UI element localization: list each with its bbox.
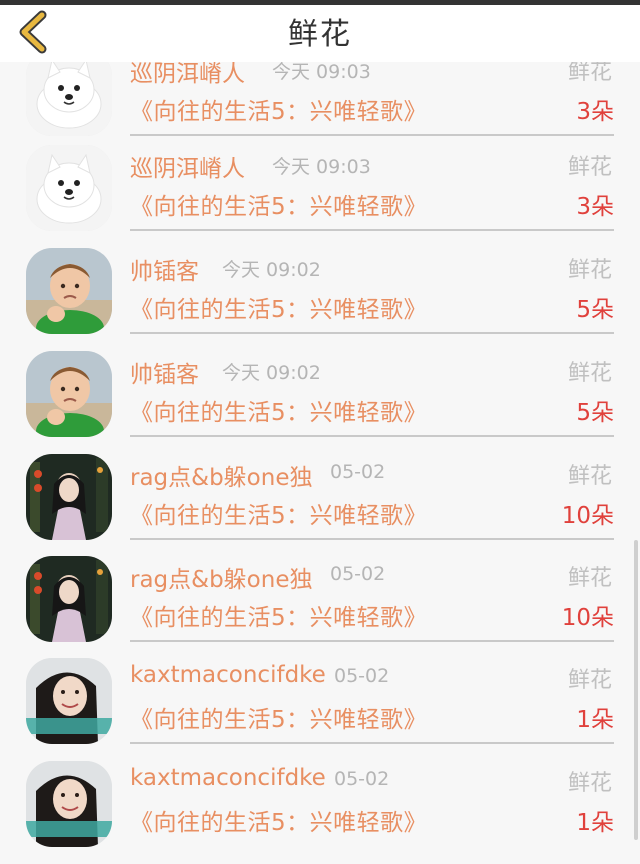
divider (130, 435, 614, 437)
divider (130, 640, 614, 642)
avatar[interactable] (26, 454, 112, 540)
timestamp: 05-02 (334, 665, 390, 687)
gift-count: 5朵 (576, 400, 614, 426)
gift-type: 鲜花 (567, 464, 612, 489)
baby-avatar-icon (26, 248, 112, 334)
program-title[interactable]: 《向往的生活5：兴唯轻歌》 (130, 700, 427, 734)
list-item[interactable]: 帅锸客 今天 09:02 鲜花 《向往的生活5：兴唯轻歌》 5朵 (0, 248, 640, 351)
timestamp: 05-02 (330, 563, 386, 585)
program-title[interactable]: 《向往的生活5：兴唯轻歌》 (130, 393, 427, 427)
user-name[interactable]: rag点&b躲one独 (130, 458, 312, 492)
gift-count: 1朵 (576, 707, 614, 733)
baby-avatar-icon (26, 351, 112, 437)
divider (130, 229, 614, 231)
user-name[interactable]: 巡阴洱嵴人 (130, 149, 245, 183)
user-name[interactable]: kaxtmaconcifdke (130, 662, 326, 688)
program-title[interactable]: 《向往的生活5：兴唯轻歌》 (130, 290, 427, 324)
divider (130, 538, 614, 540)
program-title[interactable]: 《向往的生活5：兴唯轻歌》 (130, 187, 427, 221)
list-item[interactable]: 巡阴洱嵴人 今天 09:03 鲜花 《向往的生活5：兴唯轻歌》 3朵 (0, 145, 640, 248)
gift-type: 鲜花 (567, 361, 612, 386)
page-title: 鲜花 (288, 17, 352, 52)
white-dog-avatar-icon (26, 50, 112, 136)
list-item[interactable]: kaxtmaconcifdke 05-02 鲜花 《向往的生活5：兴唯轻歌》 1… (0, 658, 640, 761)
user-name[interactable]: kaxtmaconcifdke (130, 765, 326, 791)
divider (130, 134, 614, 136)
navigation-bar: 鲜花 (0, 5, 640, 62)
gift-count: 1朵 (576, 810, 614, 836)
woman-avatar-icon (26, 761, 112, 847)
gift-count: 10朵 (561, 605, 614, 631)
gift-type: 鲜花 (567, 566, 612, 591)
back-button[interactable] (12, 9, 56, 55)
program-title[interactable]: 《向往的生活5：兴唯轻歌》 (130, 496, 427, 530)
gift-type: 鲜花 (567, 258, 612, 283)
divider (130, 332, 614, 334)
divider (130, 742, 614, 744)
timestamp: 05-02 (334, 768, 390, 790)
gift-count: 3朵 (576, 99, 614, 125)
timestamp: 今天 09:02 (222, 259, 321, 281)
gift-count: 5朵 (576, 297, 614, 323)
list-item[interactable]: 巡阴洱嵴人 今天 09:03 鲜花 《向往的生活5：兴唯轻歌》 3朵 (0, 50, 640, 153)
avatar[interactable] (26, 351, 112, 437)
program-title[interactable]: 《向往的生活5：兴唯轻歌》 (130, 598, 427, 632)
girl-avatar-icon (26, 556, 112, 642)
user-name[interactable]: 帅锸客 (130, 252, 199, 286)
white-dog-avatar-icon (26, 145, 112, 231)
program-title[interactable]: 《向往的生活5：兴唯轻歌》 (130, 803, 427, 837)
gift-type: 鲜花 (567, 155, 612, 180)
avatar[interactable] (26, 556, 112, 642)
list-item[interactable]: kaxtmaconcifdke 05-02 鲜花 《向往的生活5：兴唯轻歌》 1… (0, 761, 640, 864)
avatar[interactable] (26, 50, 112, 136)
timestamp: 今天 09:03 (272, 156, 371, 178)
avatar[interactable] (26, 248, 112, 334)
avatar[interactable] (26, 145, 112, 231)
user-name[interactable]: 帅锸客 (130, 355, 199, 389)
user-name[interactable]: rag点&b躲one独 (130, 560, 312, 594)
gift-type: 鲜花 (567, 771, 612, 796)
scrollbar[interactable] (634, 540, 638, 840)
avatar[interactable] (26, 761, 112, 847)
woman-avatar-icon (26, 658, 112, 744)
gift-count: 10朵 (561, 503, 614, 529)
chevron-left-icon (19, 10, 47, 54)
gift-count: 3朵 (576, 194, 614, 220)
girl-avatar-icon (26, 454, 112, 540)
gift-type: 鲜花 (567, 668, 612, 693)
timestamp: 今天 09:02 (222, 362, 321, 384)
list-item[interactable]: 帅锸客 今天 09:02 鲜花 《向往的生活5：兴唯轻歌》 5朵 (0, 351, 640, 454)
list-item[interactable]: rag点&b躲one独 05-02 鲜花 《向往的生活5：兴唯轻歌》 10朵 (0, 454, 640, 557)
avatar[interactable] (26, 658, 112, 744)
list-item[interactable]: rag点&b躲one独 05-02 鲜花 《向往的生活5：兴唯轻歌》 10朵 (0, 556, 640, 659)
program-title[interactable]: 《向往的生活5：兴唯轻歌》 (130, 92, 427, 126)
timestamp: 05-02 (330, 461, 386, 483)
